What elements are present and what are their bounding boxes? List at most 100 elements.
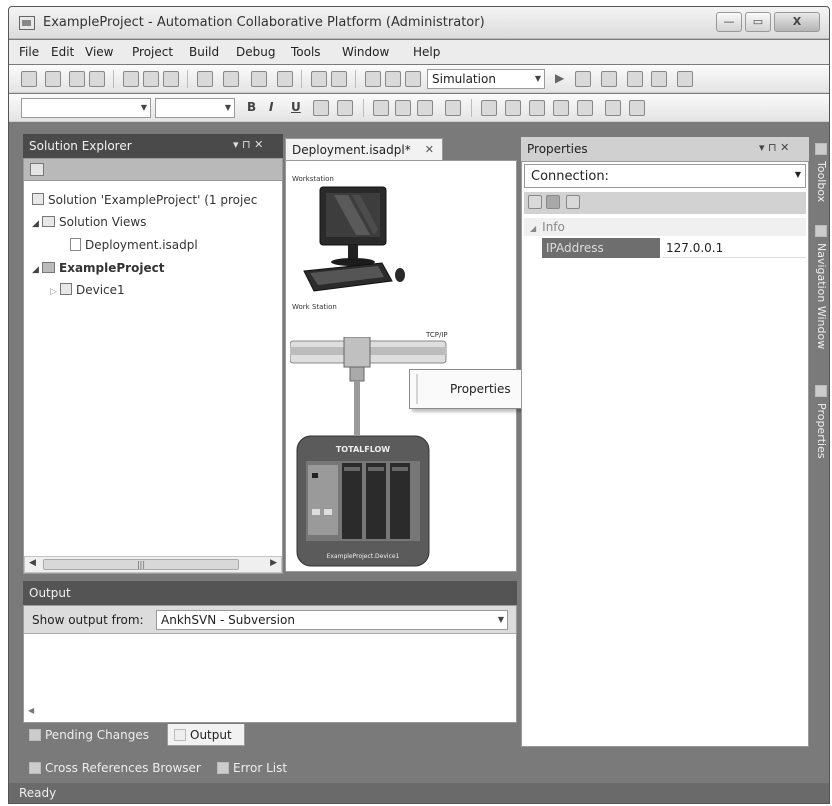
find-icon[interactable] xyxy=(331,71,347,87)
connector-icon[interactable] xyxy=(529,100,545,116)
tab-error-list[interactable]: Error List xyxy=(211,757,303,779)
navigate-back-icon[interactable] xyxy=(251,71,267,87)
copy-icon[interactable] xyxy=(143,71,159,87)
font-color-icon[interactable] xyxy=(337,100,353,116)
device-icon xyxy=(60,283,72,295)
bold-button[interactable]: B xyxy=(247,100,256,114)
browse-icon[interactable] xyxy=(627,71,643,87)
panel-controls[interactable]: ▾ ⊓ ✕ xyxy=(759,141,789,154)
navigate-forward-icon[interactable] xyxy=(277,71,293,87)
strikethrough-icon[interactable] xyxy=(313,100,329,116)
italic-button[interactable]: I xyxy=(269,100,273,114)
add-item-icon[interactable] xyxy=(45,71,61,87)
menu-tools[interactable]: Tools xyxy=(291,45,321,59)
tree-item-solution[interactable]: Solution 'ExampleProject' (1 projec xyxy=(32,193,257,207)
new-project-icon[interactable] xyxy=(21,71,37,87)
pointer-icon[interactable] xyxy=(629,100,645,116)
grid-icon[interactable] xyxy=(385,71,401,87)
properties-toolbar-icon[interactable] xyxy=(30,163,44,176)
layout-icon[interactable] xyxy=(365,71,381,87)
tree-item-device1[interactable]: ▷ Device1 xyxy=(50,283,125,297)
group-icon[interactable] xyxy=(577,100,593,116)
tab-properties[interactable]: Properties xyxy=(815,403,828,459)
align-left-icon[interactable] xyxy=(373,100,389,116)
play-icon[interactable]: ▶ xyxy=(555,71,564,85)
menu-view[interactable]: View xyxy=(85,45,113,59)
error-list-icon xyxy=(217,762,229,774)
align-right-icon[interactable] xyxy=(417,100,433,116)
tab-toolbox[interactable]: Toolbox xyxy=(815,161,828,202)
tree-item-project[interactable]: ◢ ExampleProject xyxy=(32,261,164,275)
expand-arrow-icon[interactable]: ◢ xyxy=(32,219,42,229)
shape-icon[interactable] xyxy=(505,100,521,116)
menu-build[interactable]: Build xyxy=(189,45,219,59)
collapse-arrow-icon[interactable]: ▷ xyxy=(50,287,60,297)
stop-icon[interactable] xyxy=(601,71,617,87)
context-menu-properties[interactable]: Properties xyxy=(450,382,511,396)
menu-edit[interactable]: Edit xyxy=(51,45,74,59)
categorized-icon[interactable] xyxy=(528,195,542,209)
menu-window[interactable]: Window xyxy=(342,45,389,59)
undo-icon[interactable] xyxy=(197,71,213,87)
menu-debug[interactable]: Debug xyxy=(236,45,275,59)
tab-cross-references-browser[interactable]: Cross References Browser xyxy=(23,757,209,779)
tab-pending-changes[interactable]: Pending Changes xyxy=(23,724,163,746)
horizontal-scrollbar[interactable]: ◀ ||| ▶ xyxy=(24,556,282,573)
align-center-icon[interactable] xyxy=(395,100,411,116)
alphabetical-icon[interactable] xyxy=(546,195,560,209)
window-icon[interactable] xyxy=(405,71,421,87)
property-value-ipaddress[interactable]: 127.0.0.1 xyxy=(662,238,806,258)
property-name-ipaddress[interactable]: IPAddress xyxy=(542,238,660,258)
paste-icon[interactable] xyxy=(163,71,179,87)
totalflow-device[interactable] xyxy=(296,435,430,567)
output-icon xyxy=(174,729,186,741)
scroll-right-icon[interactable]: ▶ xyxy=(270,558,277,568)
status-bar: Ready xyxy=(9,783,829,803)
property-pages-icon[interactable] xyxy=(566,195,580,209)
zoom-icon[interactable] xyxy=(605,100,621,116)
output-source-select[interactable]: AnkhSVN - Subversion ▼ xyxy=(156,610,508,630)
scrollbar-thumb[interactable]: ||| xyxy=(43,559,239,570)
scroll-left-icon[interactable]: ◀ xyxy=(29,558,36,568)
tab-output[interactable]: Output xyxy=(167,724,245,746)
collapse-arrow-icon[interactable]: ◢ xyxy=(530,224,536,233)
underline-button[interactable]: U xyxy=(291,100,301,114)
class-view-icon[interactable] xyxy=(651,71,667,87)
configuration-select[interactable]: Simulation ▼ xyxy=(427,69,545,89)
panel-controls[interactable]: ▾ ⊓ ✕ xyxy=(233,138,263,151)
start-icon[interactable] xyxy=(311,71,327,87)
tree-item-label: ExampleProject xyxy=(59,261,165,275)
title-bar: ExampleProject - Automation Collaborativ… xyxy=(9,7,829,39)
pause-icon[interactable] xyxy=(575,71,591,87)
arrange-icon[interactable] xyxy=(553,100,569,116)
scroll-left-icon[interactable]: ◀ xyxy=(28,706,34,715)
minimize-button[interactable]: — xyxy=(716,12,742,32)
menu-help[interactable]: Help xyxy=(413,45,440,59)
property-category[interactable]: ◢ Info xyxy=(524,218,806,236)
output-toolbar: Show output from: AnkhSVN - Subversion ▼ xyxy=(24,606,516,634)
workstation-icon[interactable] xyxy=(300,185,408,297)
deploy-icon[interactable] xyxy=(677,71,693,87)
redo-icon[interactable] xyxy=(223,71,239,87)
font-size-select[interactable]: ▼ xyxy=(155,98,235,118)
save-all-icon[interactable] xyxy=(89,71,105,87)
properties-header: Properties ▾ ⊓ ✕ xyxy=(521,137,809,161)
tab-navigation-window[interactable]: Navigation Window xyxy=(815,243,828,349)
menu-file[interactable]: File xyxy=(19,45,39,59)
cut-icon[interactable] xyxy=(123,71,139,87)
tab-deployment[interactable]: Deployment.isadpl* ✕ xyxy=(285,138,443,160)
close-button[interactable]: X xyxy=(774,12,820,32)
right-sidebar-tabs: Toolbox Navigation Window Properties xyxy=(811,137,829,617)
maximize-button[interactable]: ▭ xyxy=(745,12,771,32)
menu-project[interactable]: Project xyxy=(132,45,173,59)
tree-item-solution-views[interactable]: ◢ Solution Views xyxy=(32,215,146,229)
close-tab-icon[interactable]: ✕ xyxy=(425,143,434,156)
pencil-icon[interactable] xyxy=(481,100,497,116)
save-icon[interactable] xyxy=(69,71,85,87)
tree-item-deployment[interactable]: Deployment.isadpl xyxy=(70,238,198,252)
font-select[interactable]: ▼ xyxy=(21,98,151,118)
list-icon[interactable] xyxy=(445,100,461,116)
expand-arrow-icon[interactable]: ◢ xyxy=(32,265,42,275)
properties-object-select[interactable]: Connection: ▼ xyxy=(524,164,806,188)
project-icon xyxy=(42,262,55,273)
